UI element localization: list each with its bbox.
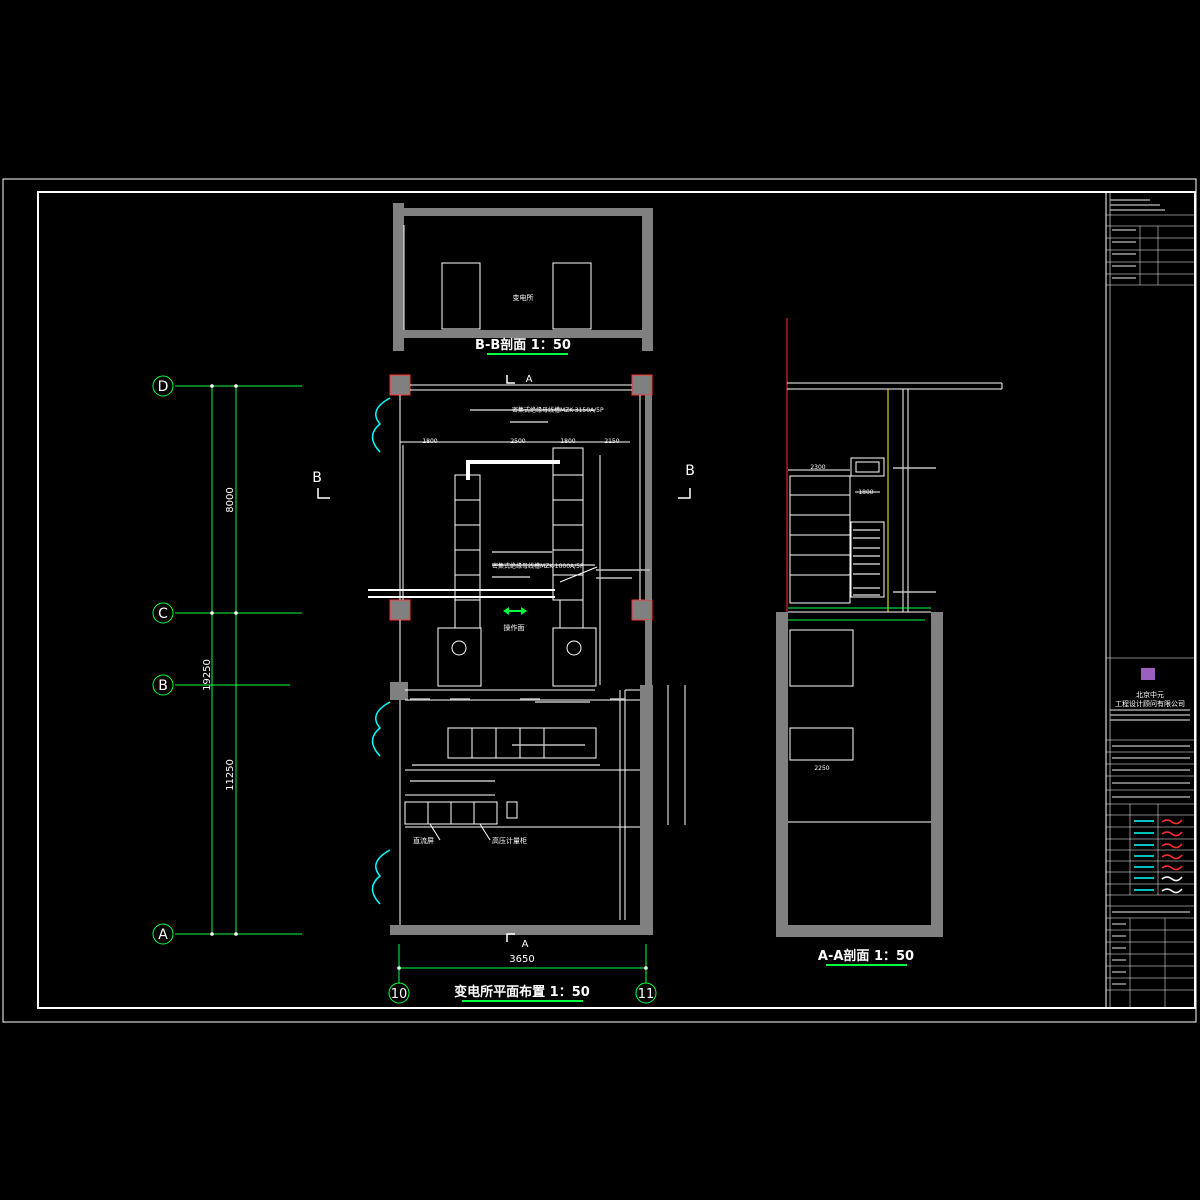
dim-lower-vertical: 11250 bbox=[225, 759, 236, 791]
dim-upper-vertical: 8000 bbox=[225, 487, 236, 512]
dim-plan-top-3: 1800 bbox=[560, 438, 575, 445]
axis-label-b: B bbox=[158, 678, 168, 694]
section-mark-a-bottom: A bbox=[522, 939, 529, 950]
company-name-line2: 工程设计顾问有限公司 bbox=[1115, 699, 1185, 708]
equip-label-1: 直流屏 bbox=[413, 836, 434, 845]
plan-view: 操作面 密集式绝缘母线槽MZK-3150A/5P 密集式绝缘母线槽MZK-100… bbox=[312, 374, 695, 1002]
busbar-label-1: 密集式绝缘母线槽MZK-3150A/5P bbox=[512, 406, 604, 414]
busbar-label-2: 密集式绝缘母线槽MZK-1000A/5P bbox=[492, 562, 584, 570]
axis-label-a: A bbox=[158, 927, 168, 943]
company-logo-icon bbox=[1141, 668, 1155, 680]
dim-aa-3: 2250 bbox=[814, 765, 829, 772]
drawing-canvas: 北京中元 工程设计顾问有限公司 D C B A 10 11 19250 8000… bbox=[2, 178, 1197, 1023]
dim-total-vertical: 19250 bbox=[202, 659, 213, 691]
title-block: 北京中元 工程设计顾问有限公司 bbox=[1105, 192, 1195, 1008]
dim-plan-top-2: 2500 bbox=[510, 438, 525, 445]
operating-face-label: 操作面 bbox=[504, 623, 525, 632]
bb-room-label: 变电所 bbox=[513, 293, 534, 302]
aa-section-title: A-A剖面 1：50 bbox=[818, 948, 914, 964]
axis-label-10: 10 bbox=[391, 987, 408, 1002]
section-bb: 变电所 B-B剖面 1：50 bbox=[393, 203, 653, 355]
axis-label-d: D bbox=[158, 379, 169, 395]
equip-label-2: 高压计量柜 bbox=[492, 836, 527, 845]
dim-plan-top-4: 2150 bbox=[604, 438, 619, 445]
axis-label-11: 11 bbox=[638, 987, 655, 1002]
company-name: 北京中元 bbox=[1136, 690, 1164, 699]
section-mark-b-left: B bbox=[312, 470, 322, 486]
dim-aa-1: 2300 bbox=[810, 464, 825, 471]
section-aa: 2300 1800 2250 A-A剖面 1：50 bbox=[776, 318, 1003, 966]
plan-title: 变电所平面布置 1：50 bbox=[454, 984, 590, 1000]
axis-label-c: C bbox=[158, 606, 168, 622]
section-mark-a-top: A bbox=[526, 374, 533, 385]
bb-section-title: B-B剖面 1：50 bbox=[475, 337, 571, 353]
dim-plan-top-1: 1800 bbox=[422, 438, 437, 445]
dim-aa-2: 1800 bbox=[858, 489, 873, 496]
dim-plan-width: 3650 bbox=[509, 954, 534, 965]
section-mark-b-right: B bbox=[685, 463, 695, 479]
